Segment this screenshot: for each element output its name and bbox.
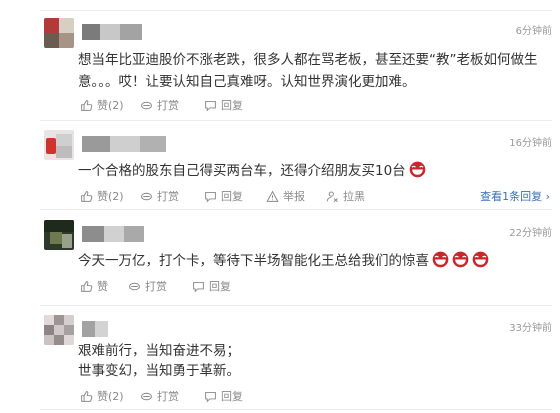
reply-button[interactable]: 回复	[192, 278, 231, 294]
laughing-emoji-icon	[472, 251, 489, 268]
username[interactable]	[82, 136, 166, 152]
comment-time: 16分钟前	[509, 138, 552, 149]
avatar[interactable]	[44, 18, 74, 48]
view-replies-link[interactable]: 查看1条回复 ›	[480, 188, 550, 204]
comment-divider	[40, 10, 552, 11]
laughing-emoji-icon	[409, 161, 426, 178]
reply-label: 回复	[209, 280, 231, 293]
block-icon	[326, 190, 338, 202]
like-button[interactable]: 赞(2)	[80, 97, 124, 113]
comment-text-line: 今天一万亿，打个卡，等待下半场智能化王总给我们的惊喜	[78, 251, 489, 271]
like-label: 赞(2)	[97, 390, 124, 403]
block-button[interactable]: 拉黑	[326, 188, 365, 204]
tip-label: 打赏	[157, 99, 179, 112]
tip-icon	[141, 392, 152, 400]
like-label: 赞	[97, 280, 108, 293]
tip-label: 打赏	[157, 390, 179, 403]
comment-text: 一个合格的股东自己得买两台车，还得介绍朋友买10台	[78, 163, 406, 179]
like-label: 赞(2)	[97, 99, 124, 112]
comment-divider	[40, 120, 552, 121]
tip-button[interactable]: 打赏	[140, 97, 179, 113]
avatar[interactable]	[44, 130, 74, 160]
tip-button[interactable]: 打赏	[140, 188, 179, 204]
reply-label: 回复	[221, 190, 243, 203]
laughing-emoji-icon	[432, 251, 449, 268]
like-label: 赞(2)	[97, 190, 124, 203]
like-button[interactable]: 赞(2)	[80, 188, 124, 204]
report-label: 举报	[283, 190, 305, 203]
reply-icon	[205, 100, 216, 112]
comment-item: 33分钟前 艰难前行，当知奋进不易； 世事变幻，当知勇于革新。 赞(2) 打赏 …	[0, 315, 560, 409]
comment-divider	[40, 305, 552, 306]
comment-text-line: 想当年比亚迪股价不涨老跌，很多人都在骂老板，甚至还要“教”老板如何做生	[78, 52, 538, 68]
comment-text: 今天一万亿，打个卡，等待下半场智能化王总给我们的惊喜	[78, 253, 429, 269]
comment-divider	[40, 209, 552, 210]
reply-icon	[205, 391, 216, 403]
block-label: 拉黑	[343, 190, 365, 203]
like-button[interactable]: 赞(2)	[80, 388, 124, 404]
reply-button[interactable]: 回复	[204, 188, 243, 204]
reply-label: 回复	[221, 99, 243, 112]
reply-button[interactable]: 回复	[204, 388, 243, 404]
tip-label: 打赏	[157, 190, 179, 203]
comment-time: 6分钟前	[515, 26, 552, 37]
username[interactable]	[82, 226, 144, 242]
comment-item: 16分钟前 一个合格的股东自己得买两台车，还得介绍朋友买10台 赞(2) 打赏 …	[0, 130, 560, 208]
comment-text-line: 意。。。哎！让要认知自己真难呀。认知世界演化更加难。	[78, 74, 416, 90]
comment-text-line: 一个合格的股东自己得买两台车，还得介绍朋友买10台	[78, 161, 426, 181]
tip-icon	[141, 192, 152, 200]
comment-text-line: 世事变幻，当知勇于革新。	[78, 363, 240, 379]
reply-icon	[205, 191, 216, 203]
reply-button[interactable]: 回复	[204, 97, 243, 113]
warning-icon	[266, 190, 279, 202]
username[interactable]	[82, 321, 108, 337]
comment-text-line: 艰难前行，当知奋进不易；	[78, 343, 240, 359]
username[interactable]	[82, 24, 142, 40]
tip-icon	[129, 282, 140, 290]
like-button[interactable]: 赞	[80, 278, 108, 294]
thumbs-up-icon	[81, 280, 93, 292]
thumbs-up-icon	[81, 390, 93, 402]
comment-divider	[40, 409, 552, 410]
comment-time: 33分钟前	[509, 323, 552, 334]
tip-button[interactable]: 打赏	[140, 388, 179, 404]
laughing-emoji-icon	[452, 251, 469, 268]
thumbs-up-icon	[81, 190, 93, 202]
report-button[interactable]: 举报	[266, 188, 305, 204]
comment-time: 22分钟前	[509, 228, 552, 239]
comment-item: 22分钟前 今天一万亿，打个卡，等待下半场智能化王总给我们的惊喜 赞 打赏 回复	[0, 220, 560, 304]
tip-label: 打赏	[145, 280, 167, 293]
avatar[interactable]	[44, 315, 74, 345]
thumbs-up-icon	[81, 99, 93, 111]
avatar[interactable]	[44, 220, 74, 250]
tip-button[interactable]: 打赏	[128, 278, 167, 294]
reply-label: 回复	[221, 390, 243, 403]
comment-item: 6分钟前 想当年比亚迪股价不涨老跌，很多人都在骂老板，甚至还要“教”老板如何做生…	[0, 18, 560, 118]
reply-icon	[193, 281, 204, 293]
tip-icon	[141, 101, 152, 109]
